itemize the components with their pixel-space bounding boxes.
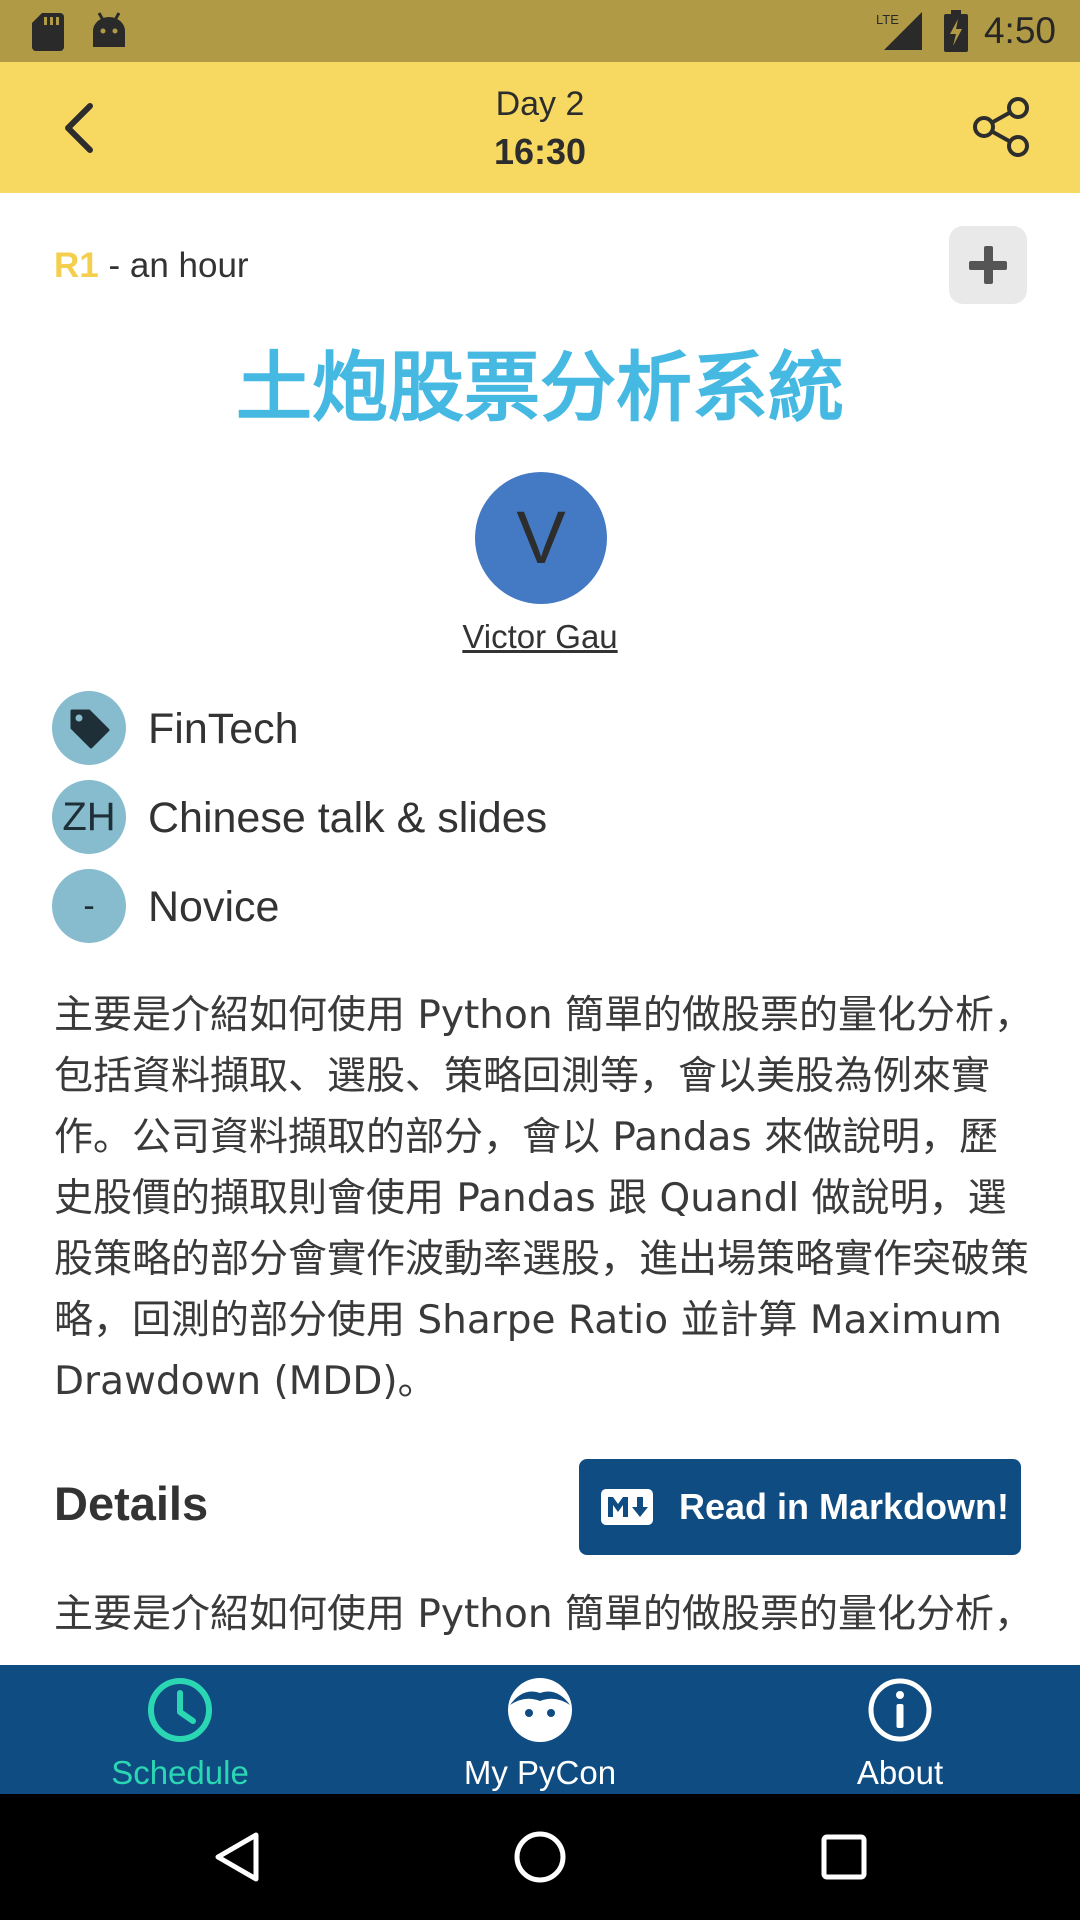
add-to-my-pycon-button[interactable]	[949, 226, 1027, 304]
svg-text:LTE: LTE	[876, 12, 899, 27]
share-icon[interactable]	[966, 92, 1036, 162]
recents-square-icon[interactable]	[814, 1827, 874, 1887]
face-icon	[508, 1678, 572, 1742]
info-icon	[868, 1678, 932, 1742]
speaker-name-link[interactable]: Victor Gau	[0, 617, 1080, 657]
talk-title: 土炮股票分析系統	[236, 343, 844, 432]
android-icon	[93, 12, 125, 47]
app-bar-title: Day 2	[495, 85, 585, 123]
duration: - an hour	[108, 246, 249, 285]
clock-icon	[148, 1678, 212, 1742]
room-code: R1	[54, 246, 99, 285]
details-heading: Details	[54, 1477, 209, 1530]
system-navigation-bar	[0, 1794, 1080, 1920]
home-circle-icon[interactable]	[510, 1827, 570, 1887]
app-bar: Day 2 16:30	[0, 62, 1080, 193]
read-markdown-label: Read in Markdown!	[679, 1486, 1010, 1527]
details-body: 主要是介紹如何使用 Python 簡單的做股票的量化分析，	[54, 1592, 1033, 1637]
session-content[interactable]: R1 - an hour 土炮股票分析系統 V Victor Gau FinTe…	[0, 193, 1080, 1665]
tag-icon	[52, 691, 126, 765]
nav-schedule[interactable]: Schedule	[0, 1665, 360, 1794]
markdown-icon	[601, 1489, 653, 1525]
talk-abstract: 主要是介紹如何使用 Python 簡單的做股票的量化分析，包括資料擷取、選股、策…	[54, 993, 1033, 1404]
clock-time: 4:50	[983, 10, 1056, 51]
category-label: FinTech	[148, 705, 299, 753]
battery-charging-icon	[944, 10, 968, 52]
lte-signal-icon: LTE	[876, 12, 922, 50]
plus-icon	[969, 246, 1007, 284]
nav-my-pycon-label: My PyCon	[463, 1754, 617, 1791]
read-markdown-button[interactable]: Read in Markdown!	[579, 1459, 1021, 1555]
language-badge: ZH	[52, 780, 126, 854]
nav-about[interactable]: About	[720, 1665, 1080, 1794]
sd-card-icon	[32, 13, 64, 51]
nav-schedule-label: Schedule	[111, 1754, 249, 1791]
speaker-avatar[interactable]: V	[475, 472, 607, 604]
nav-my-pycon[interactable]: My PyCon	[360, 1665, 720, 1794]
bottom-navigation: Schedule My PyCon About	[0, 1665, 1080, 1794]
language-label: Chinese talk & slides	[148, 794, 548, 842]
app-bar-subtitle: 16:30	[493, 131, 587, 172]
level-label: Novice	[148, 883, 280, 931]
status-bar: LTE 4:50	[0, 0, 1080, 62]
level-badge: -	[52, 869, 126, 943]
back-triangle-icon[interactable]	[206, 1827, 266, 1887]
room-duration: R1 - an hour	[54, 245, 249, 287]
nav-about-label: About	[856, 1754, 944, 1791]
